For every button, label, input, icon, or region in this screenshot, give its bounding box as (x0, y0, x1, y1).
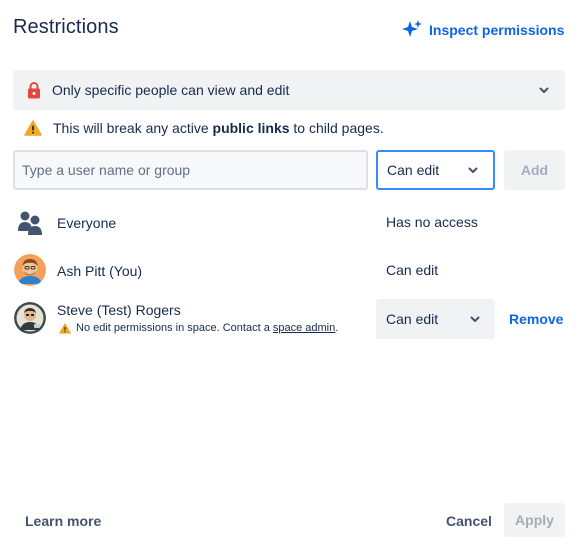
warning-icon (59, 322, 76, 334)
warning-text-bold: public links (212, 120, 290, 136)
warning-icon (24, 120, 53, 136)
warning-text-start: This will break any active (53, 120, 213, 136)
avatar (14, 302, 46, 334)
restriction-level-select[interactable]: Only specific people can view and edit (13, 70, 565, 110)
remove-member-button[interactable]: Remove (509, 311, 563, 327)
member-name-ash-pitt: Ash Pitt (You) (57, 263, 143, 279)
dialog-title: Restrictions (13, 16, 119, 38)
user-search-input[interactable] (13, 150, 368, 190)
member-permission-value: Can edit (386, 311, 439, 327)
cancel-button[interactable]: Cancel (446, 513, 492, 529)
member-access-ash-pitt: Can edit (386, 262, 439, 278)
member-name-everyone: Everyone (57, 215, 117, 231)
people-group-icon (16, 209, 44, 237)
add-button[interactable]: Add (504, 150, 565, 190)
warning-text-end: to child pages. (289, 120, 384, 136)
learn-more-link[interactable]: Learn more (25, 513, 101, 529)
apply-button[interactable]: Apply (504, 503, 565, 537)
avatar (14, 254, 46, 286)
restriction-level-value: Only specific people can view and edit (52, 82, 290, 98)
space-warning-text: No edit permissions in space. Contact a (76, 322, 273, 334)
inspect-permissions-label: Inspect permissions (429, 22, 565, 38)
public-links-warning: This will break any active public links … (24, 120, 384, 136)
chevron-down-icon (468, 312, 482, 326)
chevron-down-icon (466, 163, 480, 177)
lock-icon (27, 81, 41, 99)
sparkle-icon (401, 19, 429, 41)
space-warning-end: . (335, 322, 339, 334)
space-permission-warning: No edit permissions in space. Contact a … (59, 322, 338, 334)
member-name-steve-rogers: Steve (Test) Rogers (57, 302, 181, 318)
inspect-permissions-button[interactable]: Inspect permissions (401, 19, 564, 41)
new-permission-select[interactable]: Can edit (376, 150, 495, 190)
chevron-down-icon (537, 83, 551, 97)
new-permission-value: Can edit (387, 162, 440, 178)
member-permission-select-steve-rogers[interactable]: Can edit (376, 299, 495, 339)
space-admin-link[interactable]: space admin (273, 322, 335, 334)
member-access-everyone: Has no access (386, 214, 478, 230)
